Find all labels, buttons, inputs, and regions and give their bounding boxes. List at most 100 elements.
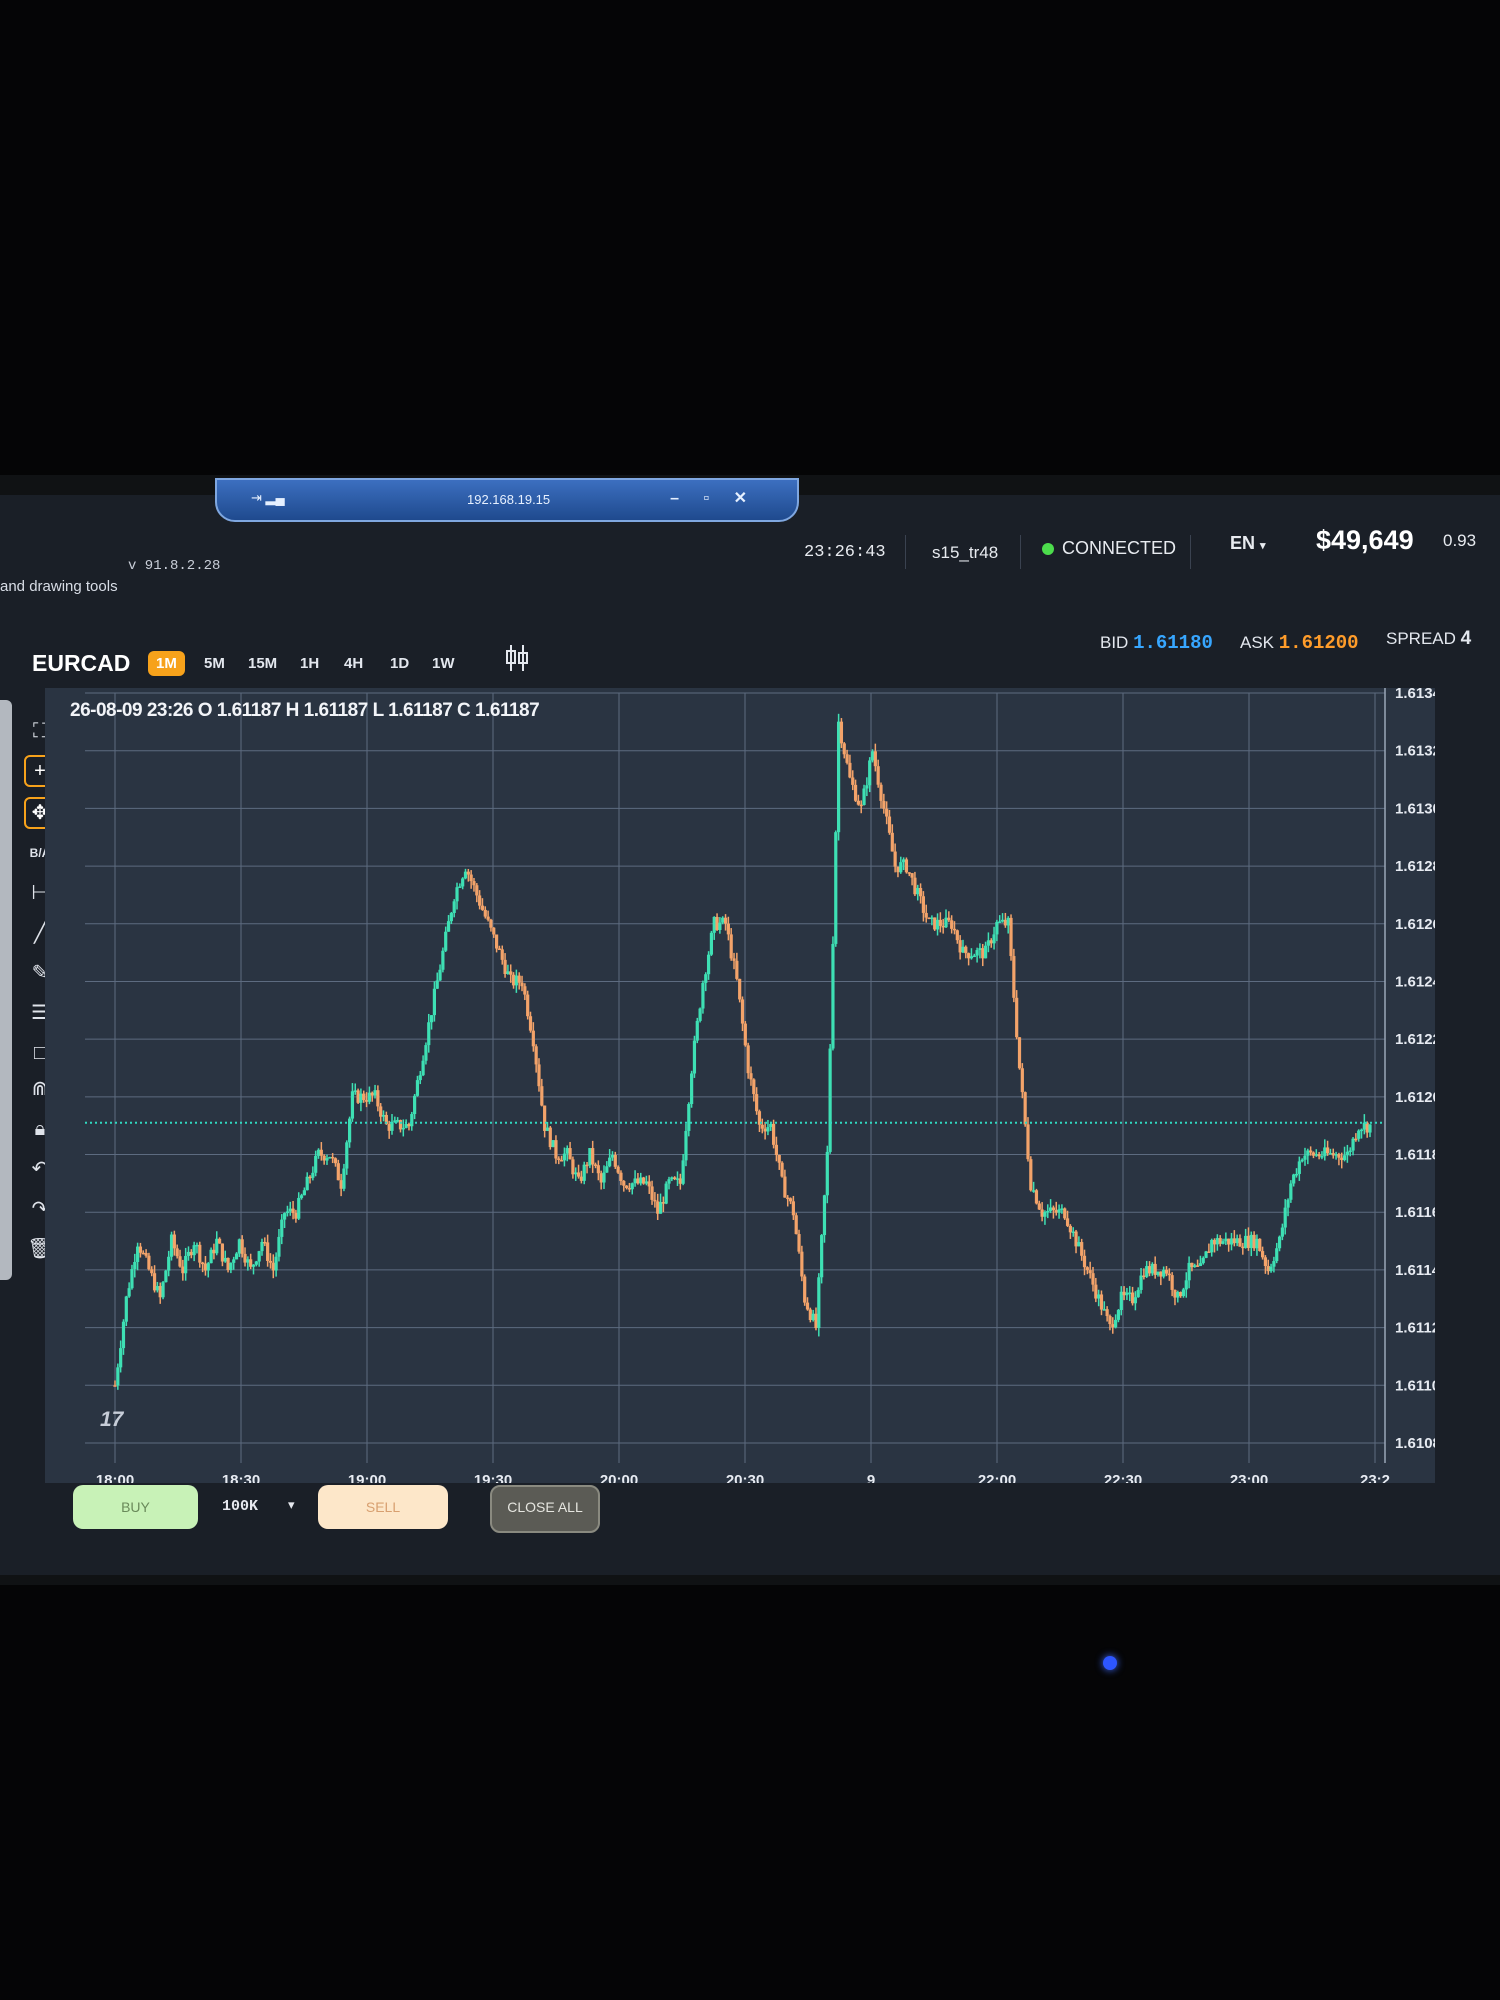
- candle-body: [1280, 1227, 1284, 1237]
- candle-body: [557, 1158, 561, 1161]
- candle-body: [969, 956, 974, 959]
- candle-body: [896, 866, 900, 873]
- candle-body: [1116, 1310, 1121, 1320]
- candle-body: [794, 1215, 798, 1235]
- candle-body: [486, 916, 490, 920]
- server-time: 23:26:43: [804, 543, 886, 562]
- candle-body: [260, 1241, 264, 1252]
- candle-body: [121, 1321, 126, 1349]
- candle-body: [1201, 1257, 1205, 1264]
- close-all-button[interactable]: CLOSE ALL: [490, 1485, 600, 1533]
- candle-body: [839, 721, 844, 744]
- candle-body: [605, 1166, 609, 1173]
- candle-body: [483, 909, 487, 917]
- language-select[interactable]: EN ▾: [1230, 533, 1266, 554]
- candle-body: [531, 1030, 535, 1047]
- chevron-down-icon: ▾: [1260, 540, 1266, 552]
- candle-body: [698, 1008, 702, 1021]
- candle-body: [288, 1208, 292, 1212]
- timeframe-1w[interactable]: 1W: [424, 651, 463, 676]
- candle-body: [825, 1151, 829, 1196]
- candle-body: [1221, 1241, 1225, 1244]
- sell-button[interactable]: SELL: [318, 1485, 448, 1529]
- candle-body: [964, 946, 968, 954]
- candle-body: [687, 1104, 691, 1131]
- candle-body: [407, 1124, 411, 1127]
- timeframe-4h[interactable]: 4H: [336, 651, 371, 676]
- candle-body: [613, 1154, 617, 1167]
- candle-body: [975, 950, 979, 956]
- candle-body: [1046, 1210, 1050, 1213]
- candle-body: [1128, 1292, 1132, 1295]
- window-controls[interactable]: – ▫ ✕: [670, 488, 757, 508]
- candle-body: [591, 1148, 595, 1165]
- timeframe-1d[interactable]: 1D: [382, 651, 417, 676]
- candle-body: [777, 1154, 781, 1163]
- candle-body: [800, 1251, 804, 1277]
- candle-body: [1184, 1280, 1188, 1290]
- candle-body: [656, 1201, 660, 1214]
- candle-body: [1142, 1275, 1146, 1278]
- bid-quote: BID 1.61180: [1100, 632, 1213, 654]
- candle-body: [517, 975, 521, 983]
- candle-body: [1359, 1129, 1364, 1132]
- chevron-down-icon[interactable]: ▾: [288, 1497, 295, 1513]
- candle-body: [144, 1253, 148, 1256]
- candle-body: [678, 1178, 682, 1184]
- candle-body: [865, 785, 869, 789]
- candle-body: [1238, 1238, 1242, 1247]
- candle-body: [520, 982, 524, 987]
- candle-body: [441, 950, 445, 970]
- candle-body: [1082, 1255, 1087, 1268]
- candle-body: [381, 1114, 386, 1117]
- candle-body: [735, 960, 739, 979]
- candle-body: [1114, 1319, 1118, 1328]
- candle-body: [1099, 1294, 1104, 1310]
- candle-body: [1068, 1225, 1072, 1233]
- candle-body: [528, 1016, 533, 1031]
- candle-body: [206, 1263, 210, 1271]
- buy-button[interactable]: BUY: [73, 1485, 198, 1529]
- app-version: v 91.8.2.28: [128, 558, 221, 574]
- candle-body: [217, 1238, 222, 1244]
- candle-body: [1012, 956, 1016, 998]
- candle-body: [1345, 1151, 1349, 1156]
- candle-body: [232, 1259, 236, 1263]
- candle-body: [559, 1160, 564, 1162]
- symbol-name[interactable]: EURCAD: [32, 650, 130, 677]
- candle-body: [602, 1172, 606, 1183]
- lot-size-select[interactable]: 100K: [222, 1498, 258, 1515]
- timeframe-1m[interactable]: 1M: [148, 651, 185, 676]
- candle-body: [370, 1092, 374, 1096]
- candle-body: [930, 917, 934, 919]
- candle-body: [1085, 1267, 1089, 1271]
- candle-body: [992, 934, 996, 944]
- candle-body: [1198, 1263, 1203, 1267]
- time-tick-label: 23:00: [1230, 1472, 1268, 1483]
- candle-body: [625, 1185, 629, 1189]
- candle-body: [1136, 1289, 1140, 1298]
- candlestick-type-icon[interactable]: [504, 643, 530, 679]
- candle-body: [797, 1234, 801, 1252]
- candle-body: [212, 1249, 216, 1254]
- timeframe-15m[interactable]: 15M: [240, 651, 285, 676]
- timeframe-1h[interactable]: 1H: [292, 651, 327, 676]
- ask-value: 1.61200: [1278, 632, 1359, 654]
- price-chart[interactable]: 1.61340 1.61320 1.61300 1.61280 1.61260 1.612…: [45, 688, 1435, 1483]
- timeframe-5m[interactable]: 5M: [196, 651, 233, 676]
- tools-hint: and drawing tools: [0, 578, 118, 595]
- candle-body: [1091, 1273, 1095, 1285]
- connection-label: CONNECTED: [1062, 538, 1177, 558]
- side-panel-handle[interactable]: [0, 700, 12, 1280]
- candle-body: [983, 945, 988, 959]
- candle-body: [885, 808, 889, 817]
- candle-body: [503, 959, 507, 975]
- ask-label: ASK: [1240, 633, 1275, 652]
- candle-body: [175, 1248, 179, 1257]
- candle-body: [870, 751, 875, 761]
- candle-body: [274, 1256, 278, 1271]
- candle-body: [907, 872, 911, 874]
- candle-body: [141, 1252, 145, 1255]
- candle-body: [1000, 919, 1005, 922]
- candle-body: [1190, 1262, 1194, 1268]
